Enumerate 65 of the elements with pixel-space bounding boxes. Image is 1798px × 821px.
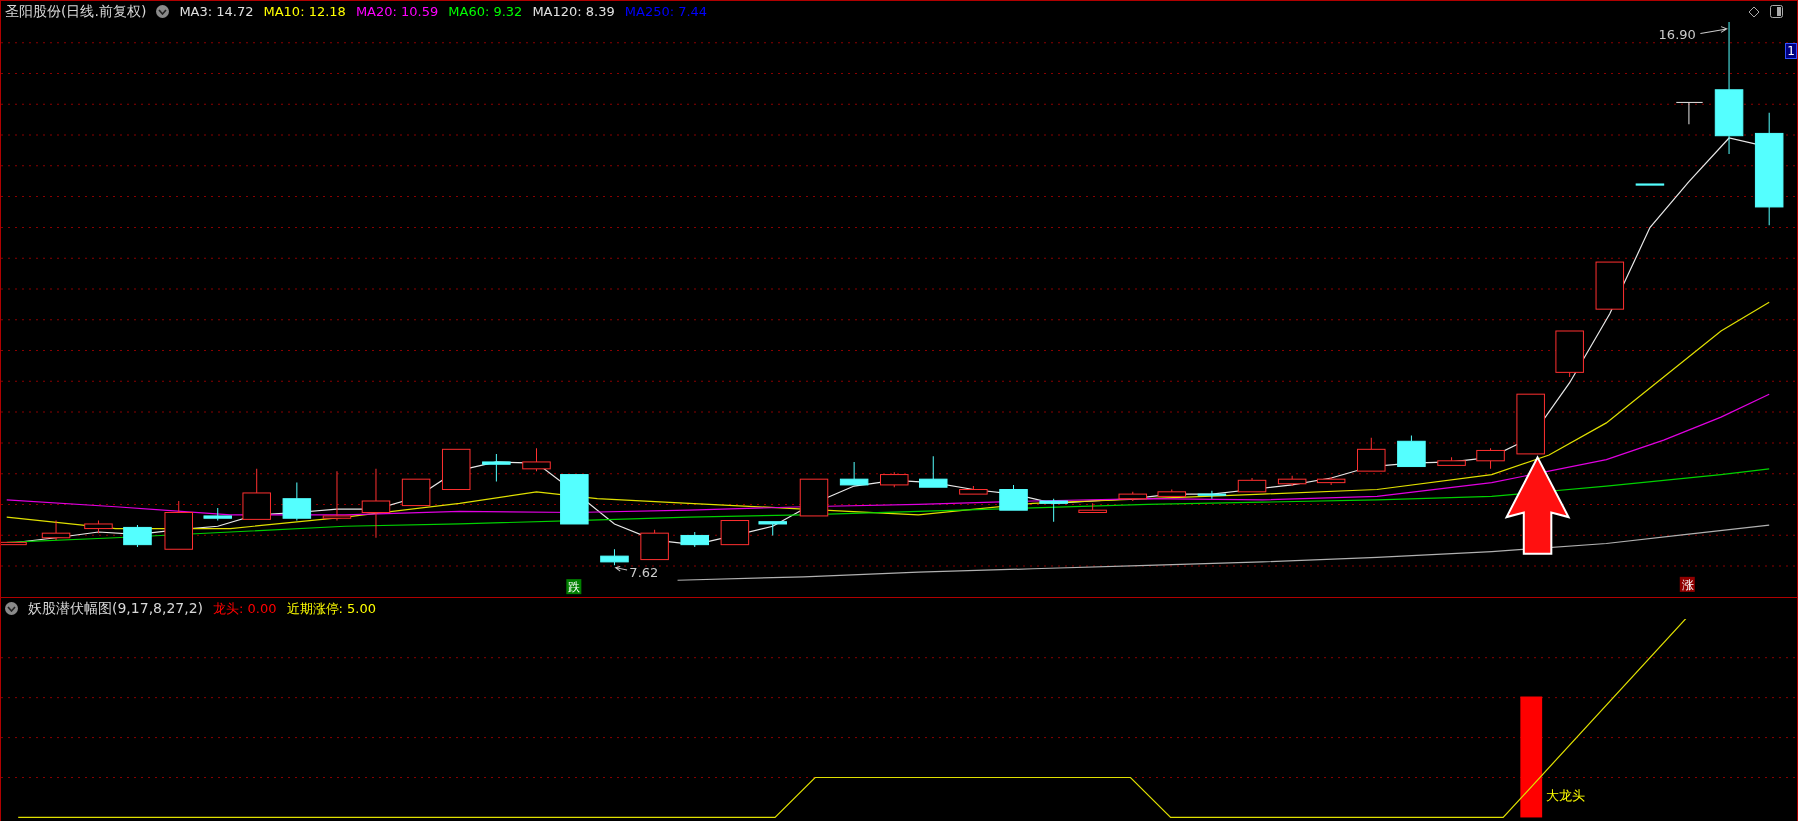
candlestick bbox=[1197, 490, 1227, 500]
indicator-value: 近期涨停: 5.00 bbox=[286, 599, 376, 618]
candlestick bbox=[282, 482, 312, 522]
candlestick bbox=[1437, 456, 1466, 466]
candlestick bbox=[758, 521, 787, 536]
moving-average-value: MA60: 9.32 bbox=[448, 4, 523, 19]
axis-label: 1 bbox=[1785, 43, 1797, 59]
candlestick bbox=[1555, 330, 1584, 378]
candlestick bbox=[203, 507, 232, 522]
candlestick bbox=[680, 531, 709, 548]
signal-marker: 涨 bbox=[1679, 576, 1695, 592]
candlestick bbox=[1675, 101, 1704, 125]
dropdown-icon[interactable] bbox=[5, 602, 18, 615]
candlestick bbox=[1516, 393, 1545, 455]
candlestick bbox=[560, 474, 589, 525]
candlestick bbox=[1476, 447, 1505, 470]
up-arrow-icon bbox=[1504, 455, 1571, 555]
stock-title: 圣阳股份(日线.前复权) bbox=[5, 2, 147, 21]
moving-average-value: MA10: 12.18 bbox=[263, 4, 346, 19]
indicator-title: 妖股潜伏幅图(9,17,8,27,2) bbox=[28, 599, 204, 618]
candlestick bbox=[1316, 476, 1346, 486]
candlestick bbox=[600, 548, 629, 566]
candlestick bbox=[361, 468, 391, 539]
signal-marker: 跌 bbox=[566, 579, 582, 595]
candlestick bbox=[441, 448, 471, 490]
candlestick bbox=[880, 471, 909, 488]
candlestick bbox=[164, 500, 193, 550]
candlestick bbox=[1118, 491, 1148, 502]
candlestick bbox=[919, 455, 948, 488]
panel-toggle-icon[interactable] bbox=[1770, 5, 1783, 18]
candlestick bbox=[799, 478, 829, 517]
candlestick bbox=[522, 447, 551, 472]
candlestick bbox=[1357, 437, 1386, 472]
dropdown-icon[interactable] bbox=[156, 5, 170, 18]
moving-average-value: MA20: 10.59 bbox=[355, 4, 439, 19]
candlestick bbox=[1039, 498, 1068, 523]
candlestick bbox=[1595, 261, 1625, 310]
high-price-label: 16.90 bbox=[1658, 27, 1696, 43]
low-price-label: 7.62 bbox=[629, 564, 659, 580]
candlestick bbox=[959, 485, 988, 495]
moving-average-value: MA250: 7.44 bbox=[624, 4, 708, 19]
candlestick bbox=[1277, 475, 1307, 487]
candlestick bbox=[482, 453, 511, 482]
candlestick bbox=[839, 461, 869, 486]
candlestick bbox=[1237, 477, 1267, 493]
leader-line bbox=[615, 565, 628, 572]
candlestick bbox=[1397, 435, 1426, 468]
moving-average-value: MA120: 8.39 bbox=[532, 4, 615, 19]
signal-label: 大龙头 bbox=[1545, 788, 1585, 804]
candlestick bbox=[84, 520, 113, 534]
candlestick bbox=[123, 524, 152, 548]
diamond-icon[interactable] bbox=[1748, 5, 1760, 18]
candlestick bbox=[640, 529, 669, 561]
candlestick bbox=[322, 470, 352, 522]
candlestick bbox=[1157, 489, 1186, 497]
moving-average-value: MA3: 14.72 bbox=[179, 4, 254, 19]
candlestick bbox=[242, 468, 271, 520]
candlestick bbox=[720, 520, 750, 546]
candlestick bbox=[401, 478, 431, 507]
candlestick bbox=[999, 484, 1028, 511]
candlestick bbox=[41, 520, 71, 541]
candlestick bbox=[1635, 183, 1665, 186]
indicator-value: 龙头: 0.00 bbox=[213, 599, 277, 618]
leader-line bbox=[1699, 26, 1728, 34]
candlestick bbox=[1078, 502, 1107, 513]
